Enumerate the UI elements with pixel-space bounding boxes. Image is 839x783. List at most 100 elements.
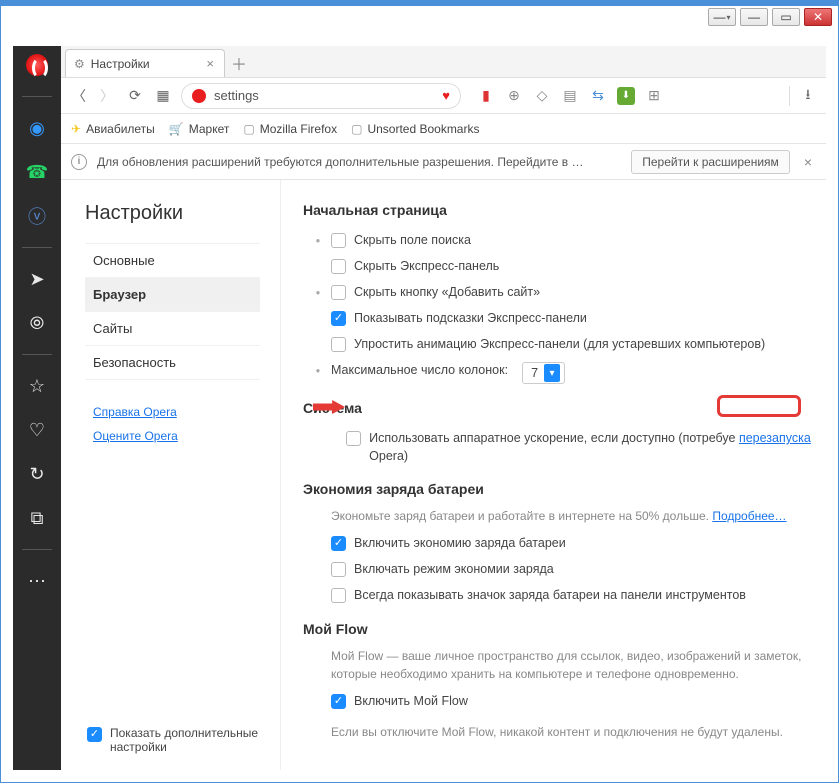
flow-desc: Мой Flow — ваше личное пространство для … xyxy=(331,647,812,683)
checkbox[interactable] xyxy=(331,337,346,352)
opt-hide-add-site: •Скрыть кнопку «Добавить сайт» xyxy=(303,280,812,306)
settings-content[interactable]: Начальная страница •Скрыть поле поиска •… xyxy=(281,180,826,770)
restart-link[interactable]: перезапуска xyxy=(739,431,811,445)
info-message: Для обновления расширений требуются допо… xyxy=(97,155,583,169)
bookmark-folder[interactable]: ▢Mozilla Firefox xyxy=(243,122,337,136)
section-startpage-title: Начальная страница xyxy=(303,202,812,218)
opt-enable-flow: •Включить Мой Flow xyxy=(303,689,812,715)
speed-dial-button[interactable]: ▦ xyxy=(153,86,173,106)
settings-nav: Основные Браузер Сайты Безопасность xyxy=(85,243,260,380)
flow-options: •Включить Мой Flow xyxy=(303,689,812,715)
window-extra-button[interactable]: — xyxy=(708,8,736,26)
info-bar: i Для обновления расширений требуются до… xyxy=(61,144,826,180)
window-controls: — — ▭ ✕ xyxy=(708,8,832,26)
send-icon[interactable]: ➤ xyxy=(24,266,50,292)
opt-enable-battery-mode: •Включать режим экономии заряда xyxy=(303,557,812,583)
opera-badge-icon xyxy=(192,89,206,103)
opt-hide-search: •Скрыть поле поиска xyxy=(303,228,812,254)
new-tab-button[interactable]: ＋ xyxy=(225,49,253,77)
ext-translate-icon[interactable]: ⇆ xyxy=(589,87,607,105)
opt-max-columns: • Максимальное число колонок: 7 ▾ xyxy=(303,358,812,388)
show-advanced-checkbox[interactable] xyxy=(87,727,102,742)
opt-simplify-anim: •Упростить анимацию Экспресс-панели (для… xyxy=(303,332,812,358)
rail-separator xyxy=(22,247,52,248)
nav-browser[interactable]: Браузер xyxy=(85,277,260,311)
battery-options: •Включить экономию заряда батареи •Включ… xyxy=(303,531,812,609)
bookmark-label: Маркет xyxy=(189,122,230,136)
nav-security[interactable]: Безопасность xyxy=(85,345,260,380)
info-icon: i xyxy=(71,154,87,170)
bookmark-item[interactable]: 🛒Маркет xyxy=(169,122,230,136)
checkbox[interactable] xyxy=(331,259,346,274)
link-help[interactable]: Справка Opera xyxy=(85,400,260,424)
camera-icon[interactable]: ⦾ xyxy=(24,310,50,336)
window-maximize-button[interactable]: ▭ xyxy=(772,8,800,26)
hw-accel-checkbox[interactable] xyxy=(346,431,361,446)
infobar-close-icon[interactable]: × xyxy=(800,154,816,170)
address-bar[interactable]: settings ♥ xyxy=(181,83,461,109)
ext-globe-icon[interactable]: ⊕ xyxy=(505,87,523,105)
checkbox[interactable] xyxy=(331,233,346,248)
show-advanced-row[interactable]: Показать дополнительные настройки xyxy=(85,716,260,760)
heart-icon[interactable]: ♥ xyxy=(442,88,450,103)
checkbox[interactable] xyxy=(331,588,346,603)
address-text: settings xyxy=(214,88,259,103)
bookmark-item[interactable]: ✈Авиабилеты xyxy=(71,122,155,136)
checkbox[interactable] xyxy=(331,285,346,300)
battery-more-link[interactable]: Подробнее… xyxy=(712,509,786,523)
window-minimize-button[interactable]: — xyxy=(740,8,768,26)
checkbox[interactable] xyxy=(331,536,346,551)
bookmark-rail-icon[interactable]: ☆ xyxy=(24,373,50,399)
hw-text-pre: Использовать аппаратное ускорение, если … xyxy=(369,431,735,445)
toolbar-divider xyxy=(789,86,790,106)
ext-note-icon[interactable]: ▤ xyxy=(561,87,579,105)
nav-basic[interactable]: Основные xyxy=(85,243,260,277)
system-options: • Использовать аппаратное ускорение, есл… xyxy=(303,426,812,469)
window-frame: — — ▭ ✕ ◉ ☎ ⓥ ➤ ⦾ ☆ ♡ ↻ ⧉ ⋯ ⚙ Настройки … xyxy=(0,0,839,783)
opt-enable-battery: •Включить экономию заряда батареи xyxy=(303,531,812,557)
forward-button[interactable]: 〉 xyxy=(97,86,117,106)
checkbox[interactable] xyxy=(331,562,346,577)
bookmark-label: Авиабилеты xyxy=(86,122,155,136)
opt-hide-speed-dial: •Скрыть Экспресс-панель xyxy=(303,254,812,280)
bookmark-label: Mozilla Firefox xyxy=(260,122,337,136)
columns-select[interactable]: 7 ▾ xyxy=(522,362,565,384)
checkbox[interactable] xyxy=(331,311,346,326)
opera-logo-icon[interactable] xyxy=(24,52,50,78)
ext-more-icon[interactable]: ⊞ xyxy=(645,87,663,105)
bookmark-folder[interactable]: ▢Unsorted Bookmarks xyxy=(351,122,479,136)
tab-close-icon[interactable]: × xyxy=(206,56,214,71)
nav-sites[interactable]: Сайты xyxy=(85,311,260,345)
tab-strip: ⚙ Настройки × ＋ xyxy=(61,46,826,78)
ext-icon[interactable]: ▮ xyxy=(477,87,495,105)
reload-button[interactable]: ⟳ xyxy=(125,86,145,106)
window-close-button[interactable]: ✕ xyxy=(804,8,832,26)
heart-rail-icon[interactable]: ♡ xyxy=(24,417,50,443)
extensions-rail-icon[interactable]: ⧉ xyxy=(24,505,50,531)
side-rail: ◉ ☎ ⓥ ➤ ⦾ ☆ ♡ ↻ ⧉ ⋯ xyxy=(13,46,61,770)
opt-show-tips: •Показывать подсказки Экспресс-панели xyxy=(303,306,812,332)
tab-title: Настройки xyxy=(91,57,150,71)
browser-area: ⚙ Настройки × ＋ 〈 〉 ⟳ ▦ settings ♥ ▮ ⊕ ◇… xyxy=(61,46,826,770)
startpage-options: •Скрыть поле поиска •Скрыть Экспресс-пан… xyxy=(303,228,812,388)
toolbar: 〈 〉 ⟳ ▦ settings ♥ ▮ ⊕ ◇ ▤ ⇆ ⬇ ⊞ ⭳ xyxy=(61,78,826,114)
goto-extensions-button[interactable]: Перейти к расширениям xyxy=(631,150,790,174)
ext-shield-icon[interactable]: ◇ xyxy=(533,87,551,105)
downloads-button[interactable]: ⭳ xyxy=(798,86,818,106)
rail-separator xyxy=(22,549,52,550)
whatsapp-icon[interactable]: ☎ xyxy=(24,159,50,185)
checkbox[interactable] xyxy=(331,694,346,709)
tab-settings[interactable]: ⚙ Настройки × xyxy=(65,49,225,77)
battery-desc: Экономьте заряд батареи и работайте в ин… xyxy=(331,507,812,525)
more-rail-icon[interactable]: ⋯ xyxy=(24,568,50,594)
ext-download-icon[interactable]: ⬇ xyxy=(617,87,635,105)
gear-icon: ⚙ xyxy=(74,57,85,71)
link-rate[interactable]: Оцените Opera xyxy=(85,424,260,448)
messenger-icon[interactable]: ◉ xyxy=(24,115,50,141)
show-advanced-label: Показать дополнительные настройки xyxy=(110,726,260,754)
settings-wrap: Настройки Основные Браузер Сайты Безопас… xyxy=(61,180,826,770)
history-rail-icon[interactable]: ↻ xyxy=(24,461,50,487)
vk-icon[interactable]: ⓥ xyxy=(24,203,50,229)
columns-value: 7 xyxy=(531,366,538,380)
back-button[interactable]: 〈 xyxy=(69,86,89,106)
